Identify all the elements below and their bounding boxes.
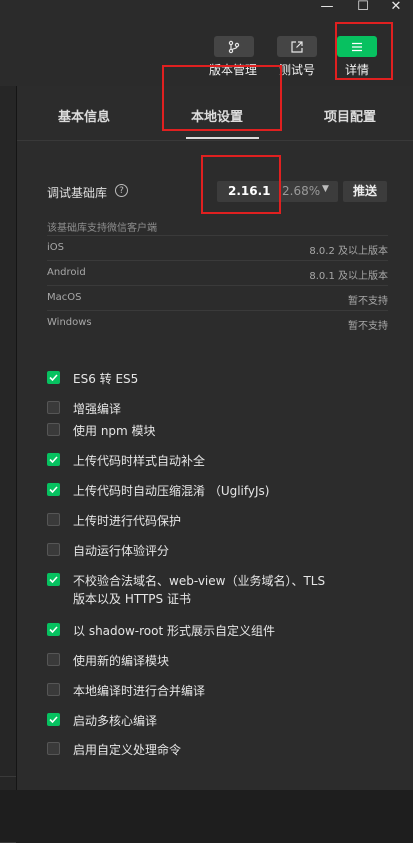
option-label: 自动运行体验评分 — [73, 544, 170, 558]
option-label: 上传代码时自动压缩混淆 （UglifyJs) — [73, 484, 270, 498]
support-os: Windows — [47, 317, 92, 328]
option-label: 增强编译 — [73, 402, 122, 416]
checkbox-unchecked[interactable] — [47, 513, 60, 526]
test-account-label: 测试号 — [279, 63, 316, 77]
checkbox-checked[interactable] — [47, 573, 60, 586]
checkbox-checked[interactable] — [47, 483, 60, 496]
close-icon[interactable]: ✕ — [379, 0, 413, 16]
tab-basic-info[interactable]: 基本信息 — [58, 106, 110, 125]
option-label: 上传代码时样式自动补全 — [73, 454, 206, 468]
annotation-box-details — [335, 22, 393, 80]
checkbox-unchecked[interactable] — [47, 653, 60, 666]
support-os: MacOS — [47, 292, 82, 303]
annotation-box-local-settings — [162, 65, 282, 131]
version-control-button[interactable] — [214, 36, 254, 57]
checkbox-unchecked[interactable] — [47, 423, 60, 436]
support-row-android: Android 8.0.1 及以上版本 — [47, 260, 388, 285]
checkbox-checked[interactable] — [47, 371, 60, 384]
selected-tab-indicator — [186, 137, 259, 139]
checkbox-checked[interactable] — [47, 713, 60, 726]
option-label: 上传时进行代码保护 — [73, 514, 182, 528]
option-label: 使用新的编译模块 — [73, 654, 170, 668]
checkbox-unchecked[interactable] — [47, 543, 60, 556]
support-version: 8.0.1 及以上版本 — [309, 271, 388, 282]
option-label: 启动多核心编译 — [73, 714, 158, 728]
option-label: 启用自定义处理命令 — [73, 743, 182, 757]
support-os: iOS — [47, 242, 64, 253]
branch-icon — [228, 40, 240, 53]
minimize-icon[interactable]: — — [310, 0, 344, 16]
checkbox-unchecked[interactable] — [47, 401, 60, 414]
support-row-windows: Windows 暂不支持 — [47, 310, 388, 335]
external-link-icon — [291, 40, 303, 53]
support-row-ios: iOS 8.0.2 及以上版本 — [47, 235, 388, 260]
support-version: 8.0.2 及以上版本 — [309, 246, 388, 257]
option-label: 使用 npm 模块 — [73, 424, 156, 438]
annotation-box-version — [201, 155, 281, 214]
checkbox-checked[interactable] — [47, 453, 60, 466]
option-label: ES6 转 ES5 — [73, 372, 139, 386]
option-label: 本地编译时进行合并编译 — [73, 684, 206, 698]
checkbox-unchecked[interactable] — [47, 683, 60, 696]
editor-left-edge — [0, 86, 17, 843]
lib-version-percent: 2.68% — [282, 184, 321, 198]
push-button[interactable]: 推送 — [343, 181, 387, 202]
support-os: Android — [47, 267, 86, 278]
help-icon[interactable]: ? — [115, 184, 128, 197]
chevron-down-icon: ▼ — [322, 184, 329, 194]
option-label: 以 shadow-root 形式展示自定义组件 — [73, 624, 276, 638]
tab-project-config[interactable]: 项目配置 — [324, 106, 376, 125]
support-version: 暂不支持 — [348, 321, 388, 332]
support-row-macos: MacOS 暂不支持 — [47, 285, 388, 310]
support-version: 暂不支持 — [348, 296, 388, 307]
option-label: 不校验合法域名、web-view（业务域名）、TLS — [73, 574, 326, 588]
checkbox-unchecked[interactable] — [47, 742, 60, 755]
debug-lib-label: 调试基础库 — [47, 186, 108, 200]
test-account-button[interactable] — [277, 36, 317, 57]
option-label-line2: 版本以及 HTTPS 证书 — [73, 592, 191, 606]
support-note: 该基础库支持微信客户端 — [47, 223, 157, 234]
maximize-icon[interactable]: ☐ — [346, 0, 380, 16]
checkbox-checked[interactable] — [47, 623, 60, 636]
